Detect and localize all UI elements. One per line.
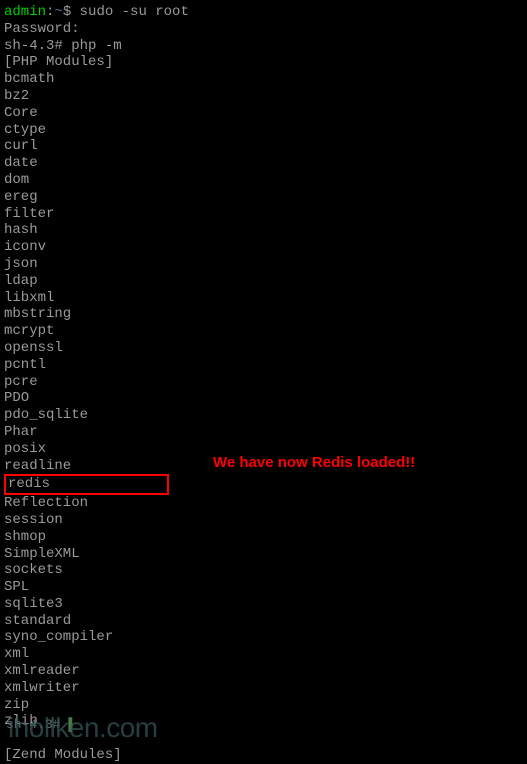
terminal-output: admin:~$ sudo -su root Password:sh-4.3# … [4, 4, 523, 764]
terminal-line: Phar [4, 424, 523, 441]
terminal-line: session [4, 512, 523, 529]
terminal-line: SPL [4, 579, 523, 596]
terminal-line: openssl [4, 340, 523, 357]
terminal-line: standard [4, 613, 523, 630]
terminal-line: hash [4, 222, 523, 239]
terminal-line: [PHP Modules] [4, 54, 523, 71]
terminal-line: sqlite3 [4, 596, 523, 613]
terminal-line: PDO [4, 390, 523, 407]
prompt-dollar: $ [63, 4, 71, 20]
lines-before: Password:sh-4.3# php -m[PHP Modules] [4, 21, 523, 71]
terminal-line: bz2 [4, 88, 523, 105]
terminal-line: libxml [4, 290, 523, 307]
terminal-line: xmlreader [4, 663, 523, 680]
terminal-line: pcre [4, 374, 523, 391]
terminal-line: pdo_sqlite [4, 407, 523, 424]
terminal-line: Core [4, 105, 523, 122]
terminal-line: xmlwriter [4, 680, 523, 697]
terminal-line: mcrypt [4, 323, 523, 340]
terminal-line: SimpleXML [4, 546, 523, 563]
terminal-line: pcntl [4, 357, 523, 374]
terminal-line: ereg [4, 189, 523, 206]
watermark: ihollken.com [8, 711, 158, 745]
terminal-line: Password: [4, 21, 523, 38]
prompt-line: admin:~$ sudo -su root [4, 4, 523, 21]
terminal-line: syno_compiler [4, 629, 523, 646]
prompt-user: admin [4, 4, 46, 20]
terminal-line: [Zend Modules] [4, 747, 523, 764]
terminal-line: mbstring [4, 306, 523, 323]
modules-after-list: ReflectionsessionshmopSimpleXMLsocketsSP… [4, 495, 523, 730]
highlighted-module-row: redis [4, 474, 523, 495]
terminal-line: bcmath [4, 71, 523, 88]
terminal-line: dom [4, 172, 523, 189]
redis-highlight: redis [4, 474, 169, 495]
terminal-line: ldap [4, 273, 523, 290]
terminal-line: filter [4, 206, 523, 223]
terminal-line: xml [4, 646, 523, 663]
terminal-line: shmop [4, 529, 523, 546]
terminal-line: curl [4, 138, 523, 155]
terminal-line: json [4, 256, 523, 273]
terminal-line: date [4, 155, 523, 172]
terminal-line: sockets [4, 562, 523, 579]
modules-list: bcmathbz2Corectypecurldatedomeregfilterh… [4, 71, 523, 474]
terminal-line: Reflection [4, 495, 523, 512]
prompt-command: sudo -su root [71, 4, 189, 20]
annotation-text: We have now Redis loaded!! [213, 454, 415, 472]
terminal-line: ctype [4, 122, 523, 139]
prompt-tilde: ~ [54, 4, 62, 20]
terminal-line: sh-4.3# php -m [4, 38, 523, 55]
terminal-line: iconv [4, 239, 523, 256]
